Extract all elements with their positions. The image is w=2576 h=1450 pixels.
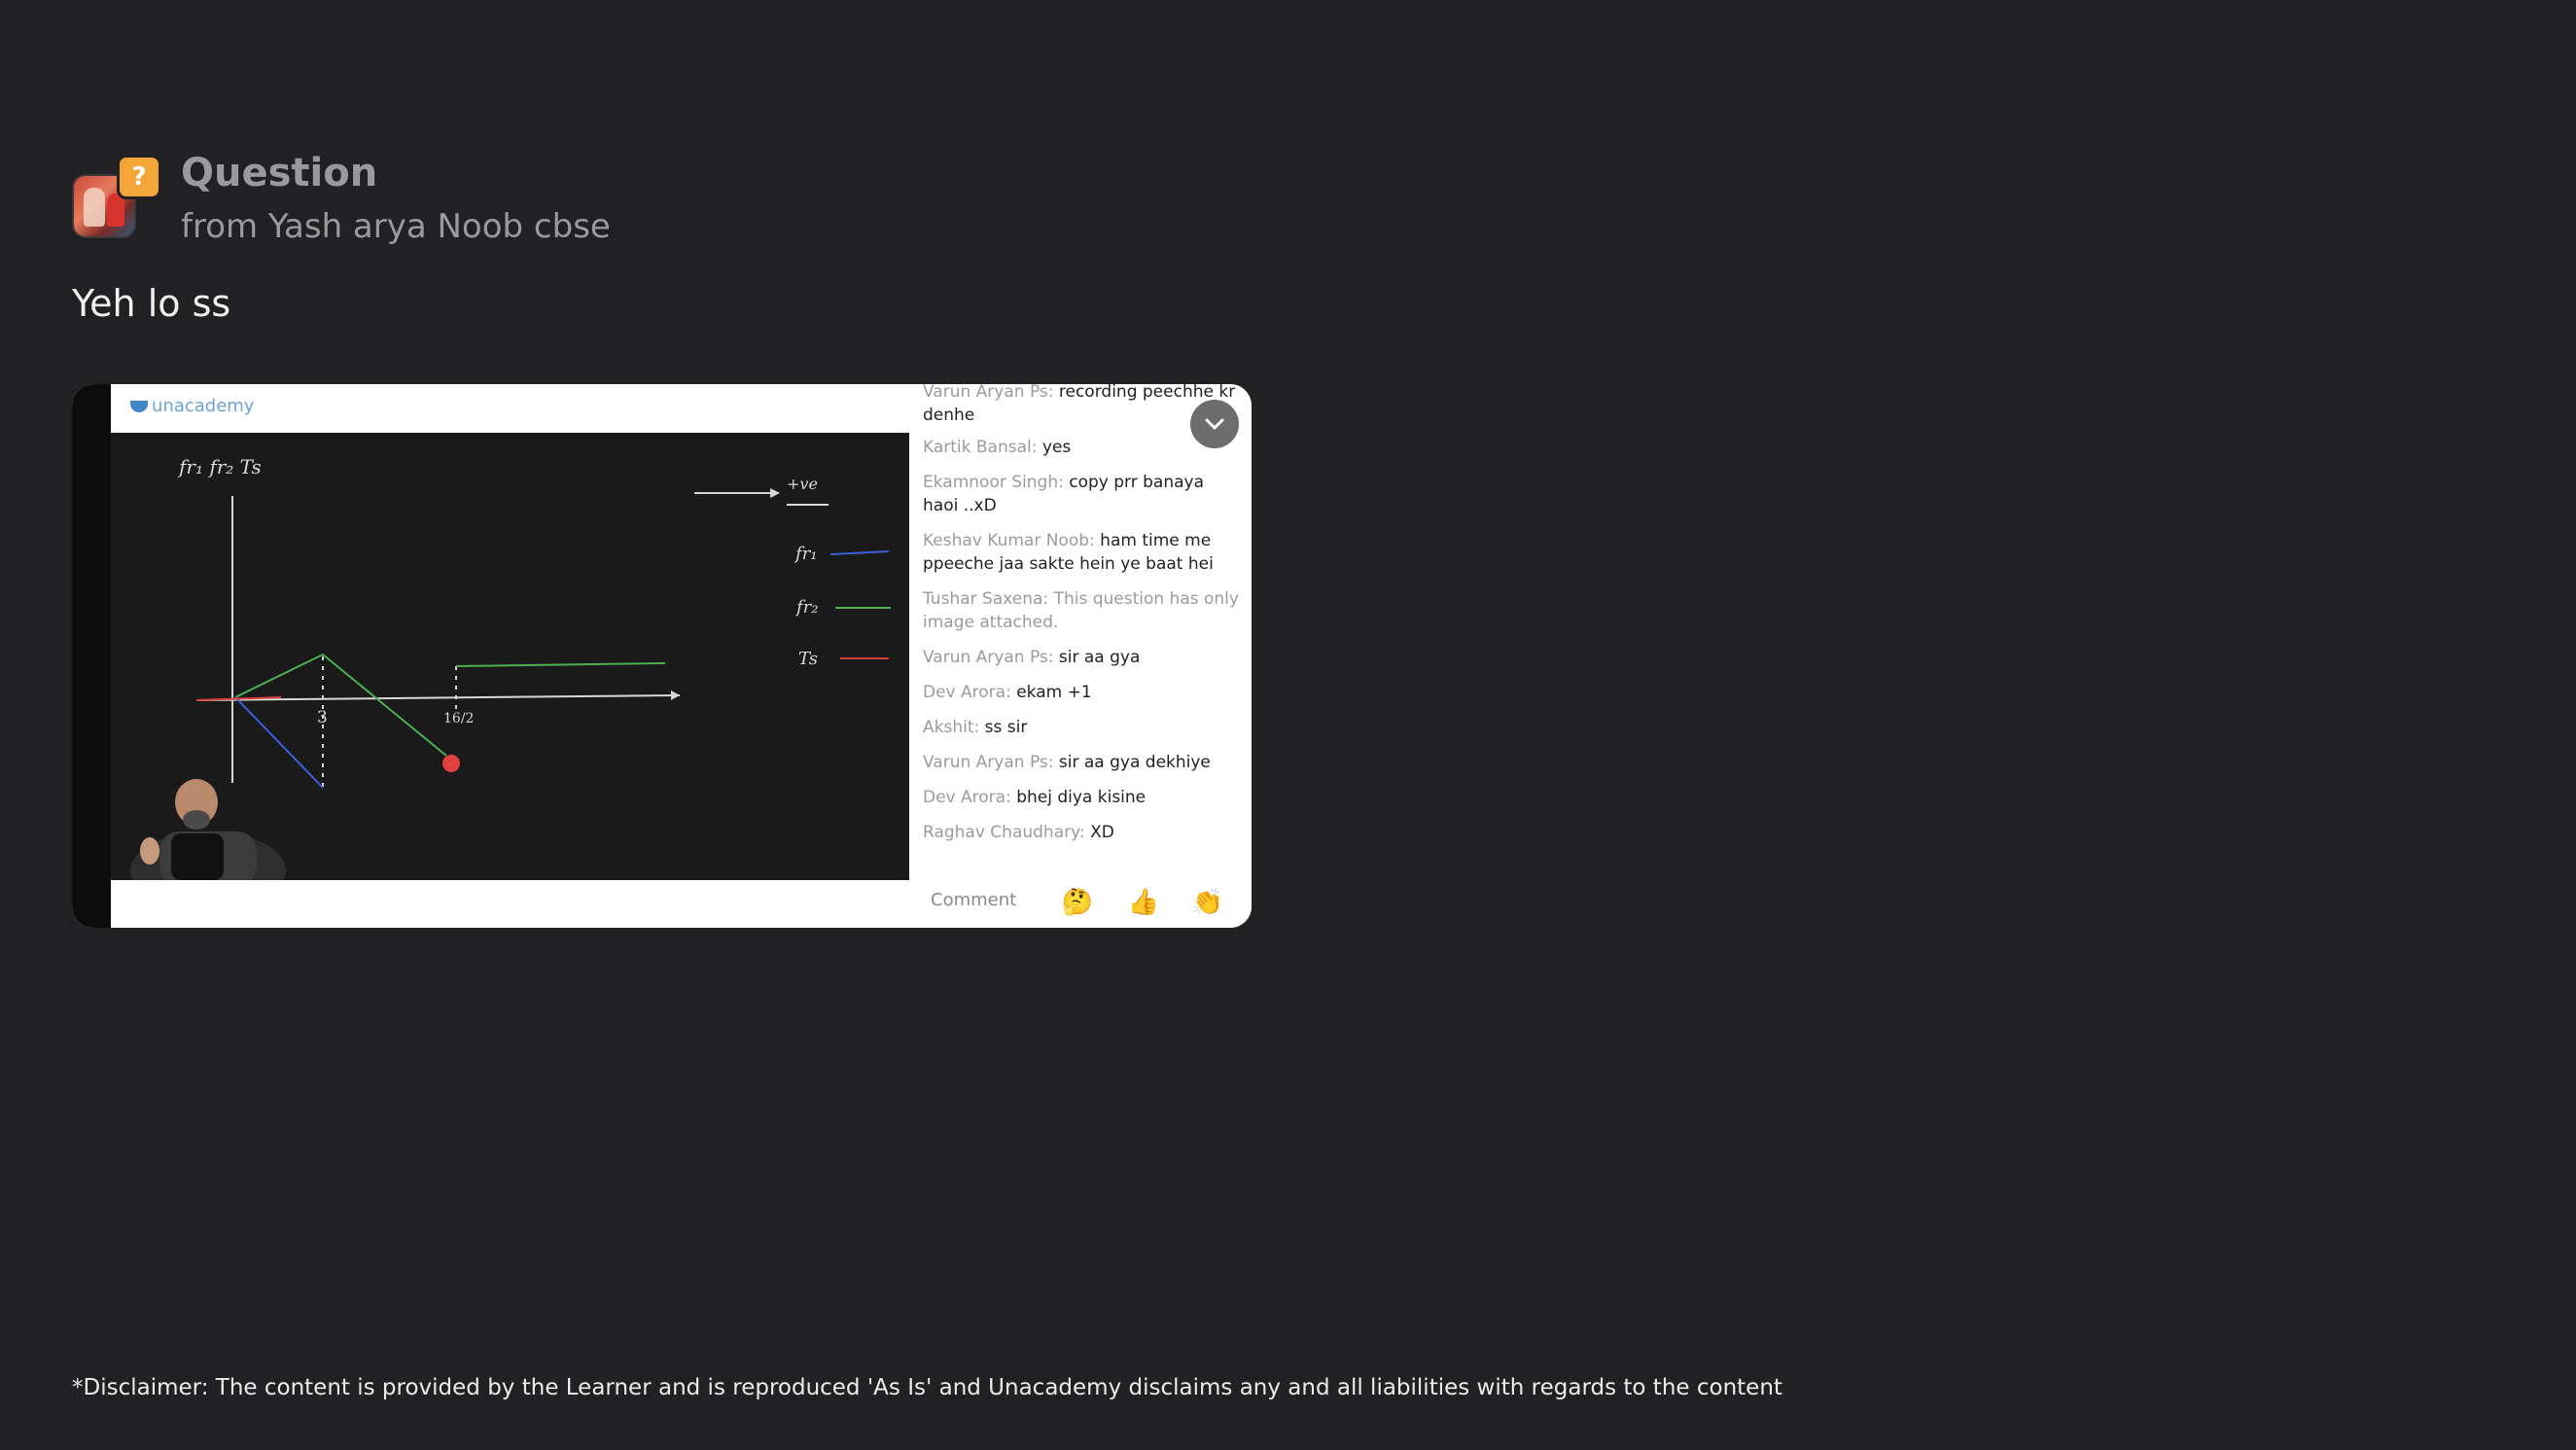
thumbs-up-emoji-icon[interactable]: 👍 — [1127, 886, 1160, 919]
brand-text: unacademy — [152, 396, 255, 416]
unacademy-logo-icon — [130, 401, 148, 412]
green-line-2 — [455, 662, 666, 667]
comment-input[interactable]: Comment — [931, 890, 1016, 910]
chat-message: Dev Arora: ekam +1 — [923, 683, 1092, 702]
question-badge-icon: ? — [117, 155, 161, 199]
avatar-group: ? — [72, 151, 161, 238]
chevron-down-icon — [1205, 418, 1224, 430]
attached-screenshot[interactable]: unacademy fr₁ fr₂ Ts +ve fr₁ fr₂ Ts 3 16… — [72, 384, 1252, 928]
legend-label-1: fr₁ — [794, 544, 817, 564]
chat-message: Varun Aryan Ps: sir aa gya — [923, 648, 1141, 667]
legend-label-2: fr₂ — [794, 597, 818, 618]
tick-label-3: 3 — [317, 708, 328, 727]
question-header: ? Question from Yash arya Noob cbse — [72, 151, 850, 248]
chat-panel[interactable]: Varun Aryan Ps: recording peechhe kr den… — [909, 384, 1252, 928]
legend-label-3: Ts — [798, 649, 818, 669]
video-top-bar: unacademy — [111, 384, 909, 433]
thinking-emoji-icon[interactable]: 🤔 — [1061, 886, 1094, 919]
chat-message: Keshav Kumar Noob: ham time me ppeeche j… — [923, 531, 1214, 574]
green-line-1 — [234, 653, 447, 757]
chat-message: Tushar Saxena: This question has only im… — [923, 589, 1239, 632]
page-title: Question — [181, 151, 378, 195]
brand-logo: unacademy — [130, 396, 254, 416]
collapse-chat-button[interactable] — [1190, 400, 1239, 448]
comment-bar: Comment 🤔 👍 👏 — [909, 870, 1252, 928]
teacher-video-thumbnail — [130, 779, 286, 880]
pointer-dot — [442, 755, 460, 772]
disclaimer-text: *Disclaimer: The content is provided by … — [72, 1375, 1782, 1400]
legend-blue — [829, 550, 890, 555]
axis-label-text: fr₁ fr₂ Ts — [177, 455, 262, 478]
chat-message: Akshit: ss sir — [923, 718, 1028, 737]
video-left-bar — [72, 384, 111, 928]
chat-message: Ekamnoor Singh: copy prr banaya haoi ..x… — [923, 473, 1204, 515]
arrow-label-text: +ve — [787, 475, 818, 493]
tick-label-frac: 16/2 — [443, 711, 474, 726]
author-subtitle: from Yash arya Noob cbse — [181, 207, 611, 246]
chat-message: Dev Arora: bhej diya kisine — [923, 788, 1147, 807]
chat-message: Raghav Chaudhary: XD — [923, 823, 1114, 842]
clap-emoji-icon[interactable]: 👏 — [1191, 886, 1224, 919]
chat-message: Varun Aryan Ps: sir aa gya dekhiye — [923, 753, 1211, 772]
question-caption: Yeh lo ss — [72, 282, 231, 325]
video-bottom-bar — [111, 880, 909, 928]
